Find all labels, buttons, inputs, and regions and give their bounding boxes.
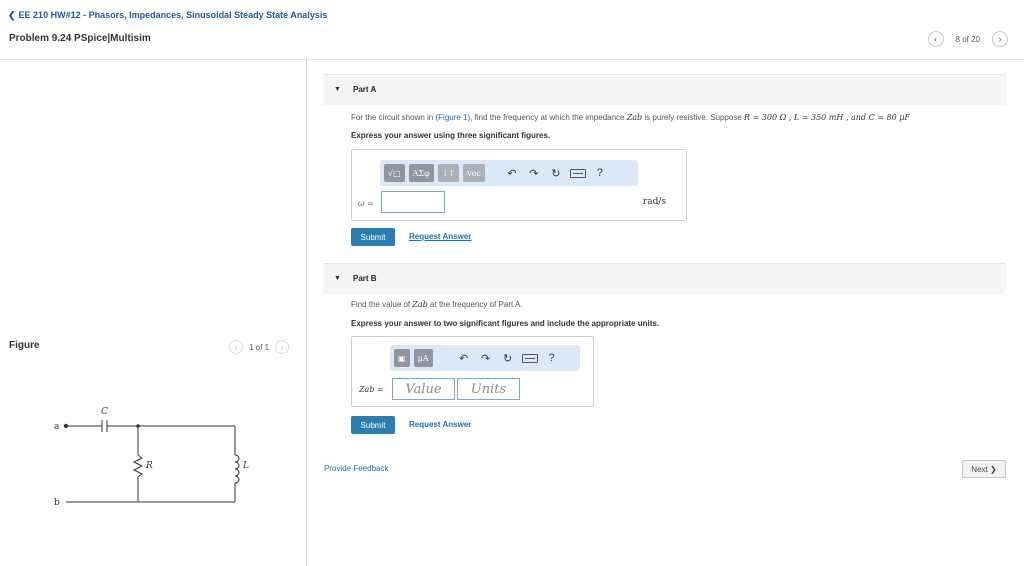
help-button[interactable]: ?: [591, 164, 609, 182]
reset-button[interactable]: ↻: [547, 164, 565, 182]
keyboard-button[interactable]: [569, 164, 587, 182]
greek-icon: ΑΣφ: [412, 168, 430, 178]
sort-icon: ↓↑: [441, 168, 456, 178]
part-b-submit-button[interactable]: Submit: [351, 416, 395, 434]
inductor-label: L: [242, 461, 249, 471]
part-a-question: For the circuit shown in (Figure 1), fin…: [351, 113, 910, 122]
resistor-label: R: [145, 461, 153, 471]
reset-button[interactable]: ↻: [499, 349, 517, 367]
circuit-diagram: a b C R L: [54, 407, 249, 508]
mu-icon: μA: [417, 353, 429, 363]
part-a-question-text: For the circuit shown in: [351, 113, 436, 122]
node-a-label: a: [54, 422, 60, 432]
top-bar: ❮ EE 210 HW#12 - Phasors, Impedances, Sin…: [0, 0, 1024, 60]
part-b-question-text-2: at the frequency of Part A.: [427, 300, 523, 309]
part-a-header[interactable]: ▼ Part A: [323, 74, 1006, 105]
redo-button[interactable]: ↷: [525, 164, 543, 182]
keyboard-icon: [521, 353, 538, 363]
omega-label: ω =: [358, 199, 374, 208]
keyboard-icon: [569, 168, 586, 178]
part-b-math-toolbar: ▣ μA ↶ ↷ ↻ ?: [390, 345, 580, 371]
reset-icon: ↻: [502, 352, 513, 365]
undo-icon: ↶: [458, 352, 469, 365]
undo-icon: ↶: [507, 167, 517, 180]
reset-icon: ↻: [551, 167, 561, 180]
figure-1-link[interactable]: (Figure 1): [435, 113, 470, 122]
templates-button[interactable]: √□: [384, 164, 405, 182]
chevron-right-icon: ›: [998, 34, 1002, 44]
collapse-triangle-icon: ▼: [334, 275, 341, 282]
template-icon: ▣: [398, 353, 406, 363]
problem-pager: ‹ 8 of 20 ›: [927, 31, 1008, 47]
figure-pager-text: 1 of 1: [249, 342, 270, 352]
redo-button[interactable]: ↷: [477, 349, 495, 367]
part-b-answer-box: ▣ μA ↶ ↷ ↻ ? Zab = Value Units: [351, 336, 594, 407]
part-a-math-toolbar: √□ ΑΣφ ↓↑ vec ↶ ↷ ↻ ?: [380, 160, 638, 186]
part-b-request-answer[interactable]: Request Answer: [409, 420, 471, 429]
next-figure-button[interactable]: ›: [275, 340, 290, 354]
sort-button[interactable]: ↓↑: [437, 164, 460, 182]
redo-icon: ↷: [529, 167, 539, 180]
help-icon: ?: [596, 167, 603, 179]
zab-symbol: Zab: [626, 113, 643, 122]
keyboard-button[interactable]: [521, 349, 539, 367]
part-b-header[interactable]: ▼ Part B: [323, 263, 1006, 294]
terminal-a-dot: [63, 423, 69, 429]
templates-button[interactable]: ▣: [394, 349, 410, 367]
panel-divider[interactable]: [306, 58, 307, 566]
greek-symbols-button[interactable]: ΑΣφ: [408, 164, 434, 182]
vector-button[interactable]: vec: [463, 164, 485, 182]
next-label: Next: [971, 464, 988, 474]
part-a-question-text-3: is purely resistive. Suppose: [642, 113, 744, 122]
zab-symbol: Zab: [412, 300, 428, 309]
node-b-label: b: [54, 498, 60, 508]
part-b-question-text: Find the value of: [351, 300, 413, 309]
prev-problem-button[interactable]: ‹: [927, 31, 944, 47]
component-values: R = 300 Ω , L = 350 mH , and C = 80 μF: [744, 113, 910, 122]
resistor-symbol: [132, 454, 144, 478]
assignment-back-link[interactable]: ❮ EE 210 HW#12 - Phasors, Impedances, Sin…: [8, 10, 327, 21]
vector-icon: vec: [467, 168, 481, 178]
help-icon: ?: [548, 352, 555, 364]
undo-button[interactable]: ↶: [455, 349, 473, 367]
sqrt-icon: √□: [388, 168, 401, 178]
problem-title: Problem 9.24 PSpice|Multisim: [9, 33, 151, 44]
part-a-title: Part A: [353, 85, 377, 94]
part-b-instruction: Express your answer to two significant f…: [351, 319, 660, 328]
figure-label: Figure: [9, 340, 40, 351]
prev-figure-button[interactable]: ‹: [229, 340, 243, 354]
chevron-right-icon: ❯: [989, 464, 997, 474]
inductor-symbol: [234, 454, 240, 484]
capacitor-label: C: [101, 407, 108, 417]
part-a-request-answer[interactable]: Request Answer: [409, 232, 471, 241]
unit-label: rad/s: [643, 197, 667, 207]
part-a-question-text-2: , find the frequency at which the impeda…: [470, 113, 627, 122]
junction-dot: [136, 424, 140, 428]
next-button[interactable]: Next ❯: [962, 460, 1006, 478]
help-button[interactable]: ?: [543, 349, 561, 367]
undo-button[interactable]: ↶: [503, 164, 521, 182]
next-problem-button[interactable]: ›: [992, 31, 1008, 47]
units-input[interactable]: Units: [457, 378, 520, 400]
part-a-submit-button[interactable]: Submit: [351, 228, 395, 246]
omega-input[interactable]: [381, 191, 445, 213]
part-a-instruction: Express your answer using three signific…: [351, 131, 551, 140]
problem-pager-text: 8 of 20: [955, 34, 980, 44]
part-b-question: Find the value of Zab at the frequency o…: [351, 300, 523, 309]
assignment-title: EE 210 HW#12 - Phasors, Impedances, Sinu…: [18, 10, 328, 20]
chevron-right-icon: ›: [280, 342, 284, 352]
chevron-left-icon: ‹: [234, 342, 238, 352]
redo-icon: ↷: [480, 352, 491, 365]
chevron-left-icon: ‹: [934, 34, 938, 44]
zab-label: Zab =: [359, 385, 384, 394]
part-b-title: Part B: [353, 274, 377, 283]
figure-pager: ‹ 1 of 1 ›: [229, 340, 290, 354]
units-button[interactable]: μA: [413, 349, 433, 367]
collapse-triangle-icon: ▼: [334, 86, 341, 93]
chevron-left-icon: ❮: [8, 10, 16, 20]
value-input[interactable]: Value: [392, 378, 455, 400]
provide-feedback-link[interactable]: Provide Feedback: [324, 464, 388, 473]
part-a-answer-box: √□ ΑΣφ ↓↑ vec ↶ ↷ ↻ ? ω = rad/s: [351, 149, 687, 221]
